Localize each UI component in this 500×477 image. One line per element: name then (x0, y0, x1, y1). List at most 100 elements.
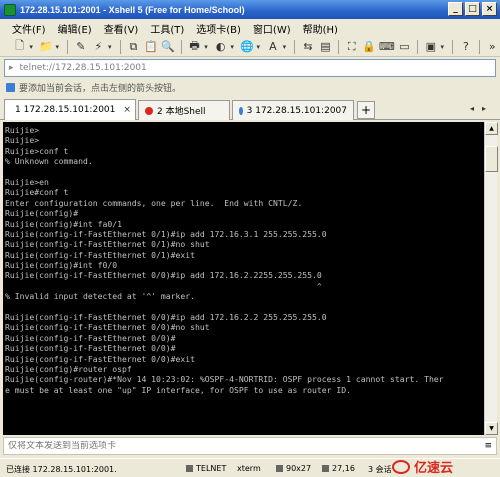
terminal-scrollbar[interactable]: ▲ ▼ (484, 122, 498, 435)
terminal-line: Ruijie(config-if-FastEthernet 0/0)# (5, 343, 176, 354)
chevron-down-icon[interactable]: ▾ (440, 43, 447, 51)
terminal-line: Ruijie(config-if-FastEthernet 0/1)#no sh… (5, 239, 210, 250)
tab-session-3[interactable]: 3 172.28.15.101:2007 (232, 100, 354, 120)
menu-view[interactable]: 查看(V) (98, 21, 145, 36)
paste-icon[interactable]: 📋 (143, 39, 158, 55)
scroll-thumb[interactable] (485, 146, 498, 172)
protocol-icon (186, 465, 193, 472)
address-lock-icon: ▸ (9, 63, 14, 73)
new-session-icon[interactable]: 🗋 (12, 39, 27, 55)
toolbar-divider (67, 39, 69, 54)
tab-session-2[interactable]: 2 本地Shell (138, 100, 230, 120)
terminal-line: Ruijie>conf t (5, 145, 69, 156)
tab-session-1[interactable]: 1 172.28.15.101:2001 × (4, 99, 136, 120)
disconnected-status-icon (145, 106, 153, 115)
terminal-line: Ruijie(config)# (5, 208, 79, 219)
font-icon[interactable]: A (265, 39, 280, 55)
chevron-down-icon[interactable]: ▾ (56, 43, 63, 51)
add-session-arrow-icon[interactable] (6, 82, 15, 92)
new-tab-button[interactable]: + (357, 101, 375, 119)
session-hint-text: 要添加当前会话，点击左侧的箭头按钮。 (19, 83, 182, 94)
status-size: 90x27 (276, 464, 311, 473)
copy-icon[interactable]: ⧉ (126, 39, 141, 55)
address-input[interactable] (19, 63, 440, 73)
status-sessions: 3 会话 (368, 465, 392, 474)
status-cursor: 27,16 (322, 464, 355, 473)
chevron-down-icon[interactable]: ▾ (29, 43, 36, 51)
more-icon[interactable]: » (485, 39, 500, 55)
terminal-line: % Unknown command. (5, 156, 93, 167)
minimize-button[interactable]: _ (448, 2, 463, 16)
compose-bar: ≡ (3, 437, 497, 455)
scroll-up-icon[interactable]: ▲ (485, 122, 498, 135)
menu-file[interactable]: 文件(F) (6, 21, 52, 36)
menu-tools[interactable]: 工具(T) (144, 21, 190, 36)
menu-help[interactable]: 帮助(H) (297, 21, 344, 36)
watermark-text: 亿速云 (414, 461, 454, 476)
tab-close-icon[interactable]: × (123, 105, 131, 115)
status-protocol-text: TELNET (196, 464, 227, 473)
tab-prev-icon[interactable]: ◂ (470, 104, 474, 113)
compose-menu-icon[interactable]: ≡ (484, 441, 492, 451)
terminal-line: Enter configuration commands, one per li… (5, 197, 303, 208)
chevron-down-icon[interactable]: ▾ (283, 43, 290, 51)
xftp-icon[interactable]: ⇆ (300, 39, 315, 55)
chevron-down-icon[interactable]: ▾ (204, 43, 211, 51)
tunnel-icon[interactable]: ▭ (397, 39, 412, 55)
terminal-line: ^ (5, 280, 322, 291)
terminal-line: Ruijie(config-if-FastEthernet 0/0)#ip ad… (5, 312, 327, 323)
fullscreen-icon[interactable]: ⛶ (344, 39, 359, 55)
maximize-button[interactable]: □ (465, 2, 480, 16)
terminal-line: Ruijie#conf t (5, 187, 69, 198)
watermark: 亿速云 (392, 457, 453, 476)
terminal-line: Ruijie(config)#int fa0/1 (5, 218, 122, 229)
size-icon (276, 465, 283, 472)
find-icon[interactable]: 🔍 (160, 39, 175, 55)
terminal-output[interactable]: Ruijie> Ruijie> Ruijie>conf t% Unknown com… (3, 122, 484, 435)
tab-label: 3 172.28.15.101:2007 (246, 105, 347, 116)
terminal-line: Ruijie> (5, 135, 40, 146)
compose-icon[interactable]: ⌨ (379, 39, 395, 55)
send-text-input[interactable] (8, 441, 448, 451)
chevron-down-icon[interactable]: ▾ (256, 43, 263, 51)
close-button[interactable]: × (482, 2, 497, 16)
menu-bar: 文件(F) 编辑(E) 查看(V) 工具(T) 选项卡(B) 窗口(W) 帮助(… (0, 19, 500, 37)
help-icon[interactable]: ? (458, 39, 473, 55)
options-icon[interactable]: ▣ (423, 39, 438, 55)
session-hint: 要添加当前会话，点击左侧的箭头按钮。 (0, 79, 500, 95)
disconnect-icon[interactable]: ⚡ (91, 39, 106, 55)
toolbar-divider (452, 39, 454, 54)
tab-label: 2 本地Shell (157, 107, 206, 117)
reconnect-icon[interactable]: ✎ (73, 39, 88, 55)
menu-edit[interactable]: 编辑(E) (52, 21, 98, 36)
globe-icon[interactable]: 🌐 (239, 39, 254, 55)
terminal-line: Ruijie>en (5, 176, 49, 187)
title-bar: 172.28.15.101:2001 - Xshell 5 (Free for … (0, 0, 500, 19)
terminal-line: Ruijie(config-if-FastEthernet 0/0)# (5, 332, 176, 343)
xshell-app-icon (4, 3, 16, 16)
toolbar-divider (338, 39, 340, 54)
open-folder-icon[interactable]: 📁 (38, 39, 53, 55)
toolbar-divider (119, 39, 121, 54)
lock-icon[interactable]: 🔒 (361, 39, 376, 55)
address-bar: ▸ (4, 59, 496, 77)
status-term: xterm (237, 464, 261, 473)
yisu-logo-icon (392, 459, 410, 474)
color-scheme-icon[interactable]: ◐ (213, 39, 228, 55)
window-controls: _ □ × (448, 2, 497, 16)
scroll-down-icon[interactable]: ▼ (485, 422, 498, 435)
menu-window[interactable]: 窗口(W) (247, 21, 297, 36)
terminal-line: Ruijie(config)#int f0/0 (5, 260, 118, 271)
tab-label: 1 172.28.15.101:2001 (15, 105, 116, 115)
toolbar-divider (294, 39, 296, 54)
script-icon[interactable]: ▤ (318, 39, 333, 55)
chevron-down-icon[interactable]: ▾ (108, 43, 115, 51)
chevron-down-icon[interactable]: ▾ (230, 43, 237, 51)
terminal-line: Ruijie(config-if-FastEthernet 0/0)#ip ad… (5, 270, 322, 281)
menu-tabs[interactable]: 选项卡(B) (190, 21, 247, 36)
tab-next-icon[interactable]: ▸ (482, 104, 486, 113)
print-icon[interactable]: 🖶 (187, 39, 202, 55)
